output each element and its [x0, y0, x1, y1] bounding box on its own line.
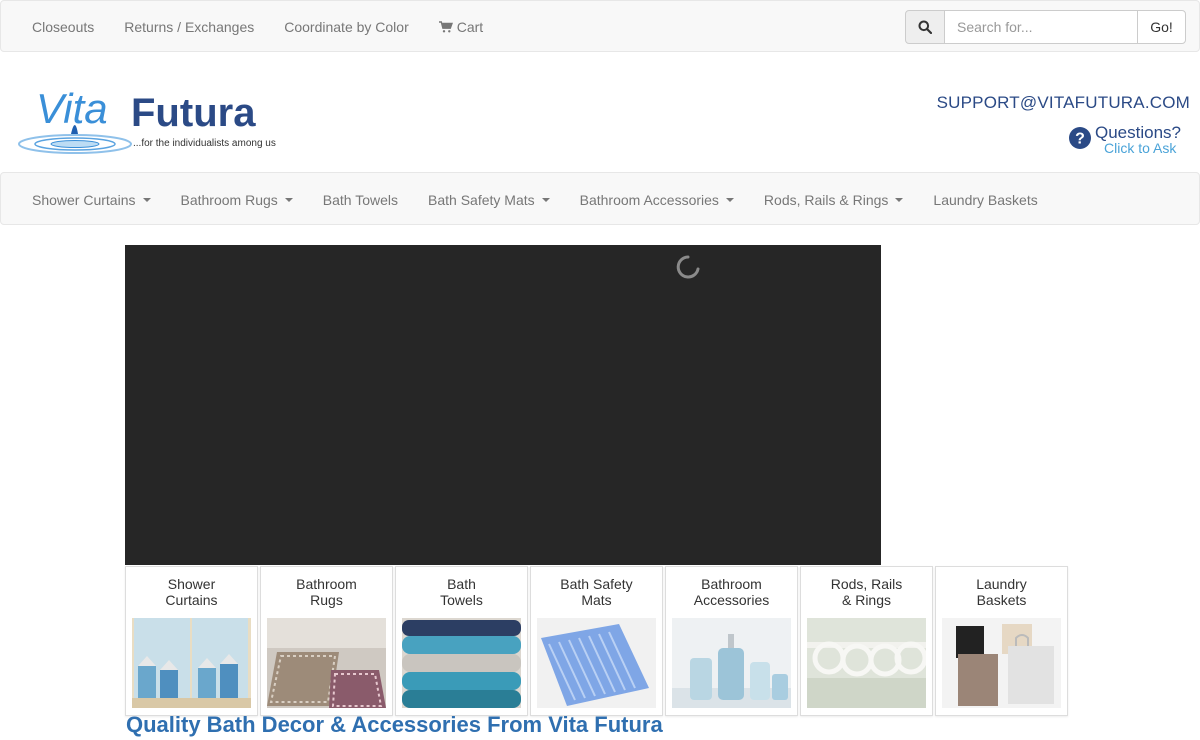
questions-subtitle: Click to Ask	[1104, 140, 1177, 156]
caret-down-icon	[895, 197, 904, 202]
shower-curtains-image	[132, 618, 251, 708]
hero-slider[interactable]	[125, 245, 881, 565]
coordinate-by-color-link[interactable]: Coordinate by Color	[269, 19, 424, 35]
brand-logo[interactable]: Vita Futura ...for the individualists am…	[0, 76, 290, 164]
closeouts-link[interactable]: Closeouts	[17, 19, 109, 35]
svg-text:?: ?	[1075, 131, 1085, 148]
tile-label: Bathroom Rugs	[296, 576, 357, 608]
tile-label: Laundry Baskets	[976, 576, 1027, 608]
nav-shower-curtains[interactable]: Shower Curtains	[17, 192, 166, 208]
tile-bath-safety-mats[interactable]: Bath Safety Mats	[530, 566, 663, 716]
nav-bath-safety-mats[interactable]: Bath Safety Mats	[413, 192, 565, 208]
tile-shower-curtains[interactable]: Shower Curtains	[125, 566, 258, 716]
search-go-button[interactable]: Go!	[1137, 10, 1186, 44]
tile-label: Rods, Rails & Rings	[830, 576, 903, 608]
tile-bath-towels[interactable]: Bath Towels	[395, 566, 528, 716]
nav-laundry-baskets[interactable]: Laundry Baskets	[918, 192, 1052, 208]
coordinate-by-color-label: Coordinate by Color	[284, 19, 409, 35]
nav-bathroom-rugs-label: Bathroom Rugs	[180, 191, 278, 208]
caret-down-icon	[284, 197, 293, 202]
category-nav: Shower Curtains Bathroom Rugs Bath Towel…	[17, 173, 1053, 226]
search-input[interactable]	[945, 10, 1137, 44]
brand-logo-vita: Vita	[36, 85, 108, 132]
cart-icon	[438, 21, 453, 33]
nav-bathroom-accessories[interactable]: Bathroom Accessories	[565, 192, 749, 208]
returns-exchanges-label: Returns / Exchanges	[124, 19, 255, 35]
nav-bath-safety-mats-label: Bath Safety Mats	[428, 191, 535, 208]
caret-down-icon	[725, 197, 734, 202]
nav-shower-curtains-label: Shower Curtains	[32, 191, 136, 208]
nav-bathroom-accessories-label: Bathroom Accessories	[579, 191, 719, 208]
tile-label: Bath Towels	[440, 576, 483, 608]
tile-label: Bathroom Accessories	[693, 576, 770, 608]
rods-rails-rings-image	[807, 618, 926, 708]
bathroom-accessories-image	[672, 618, 791, 708]
bath-safety-mats-image	[537, 618, 656, 708]
returns-exchanges-link[interactable]: Returns / Exchanges	[109, 19, 269, 35]
search-form: Go!	[905, 10, 1186, 44]
bath-towels-image	[402, 618, 521, 708]
tile-label: Bath Safety Mats	[560, 576, 633, 608]
closeouts-label: Closeouts	[32, 19, 95, 35]
search-icon	[918, 20, 932, 34]
question-circle-icon: ?	[1069, 127, 1091, 149]
caret-down-icon	[142, 197, 151, 202]
tile-label: Shower Curtains	[165, 576, 218, 608]
spinner-icon	[676, 255, 700, 279]
cart-label: Cart	[456, 19, 484, 35]
search-addon	[905, 10, 945, 44]
vita-futura-logo: Vita Futura ...for the individualists am…	[18, 85, 276, 154]
brand-logo-tagline: ...for the individualists among us	[133, 138, 276, 149]
questions-link[interactable]: ? Questions? Click to Ask	[1068, 123, 1192, 157]
nav-laundry-baskets-label: Laundry Baskets	[933, 191, 1038, 208]
category-navbar: Shower Curtains Bathroom Rugs Bath Towel…	[0, 172, 1200, 225]
nav-bathroom-rugs[interactable]: Bathroom Rugs	[166, 192, 308, 208]
laundry-baskets-image	[942, 618, 1061, 708]
support-email-link[interactable]: SUPPORT@VITAFUTURA.COM	[937, 93, 1190, 113]
nav-bath-towels-label: Bath Towels	[322, 191, 399, 208]
bathroom-rugs-image	[267, 618, 386, 708]
tile-rods-rails-rings[interactable]: Rods, Rails & Rings	[800, 566, 933, 716]
nav-rods-rails-rings-label: Rods, Rails & Rings	[763, 191, 889, 208]
nav-rods-rails-rings[interactable]: Rods, Rails & Rings	[749, 192, 919, 208]
page-heading: Quality Bath Decor & Accessories From Vi…	[126, 712, 663, 737]
top-navbar: Closeouts Returns / Exchanges Coordinate…	[0, 0, 1200, 52]
tile-bathroom-rugs[interactable]: Bathroom Rugs	[260, 566, 393, 716]
cart-link[interactable]: Cart	[424, 19, 498, 35]
tile-bathroom-accessories[interactable]: Bathroom Accessories	[665, 566, 798, 716]
caret-down-icon	[541, 197, 550, 202]
tile-laundry-baskets[interactable]: Laundry Baskets	[935, 566, 1068, 716]
brand-logo-futura: Futura	[131, 91, 256, 135]
top-nav: Closeouts Returns / Exchanges Coordinate…	[17, 1, 498, 53]
nav-bath-towels[interactable]: Bath Towels	[308, 192, 413, 208]
